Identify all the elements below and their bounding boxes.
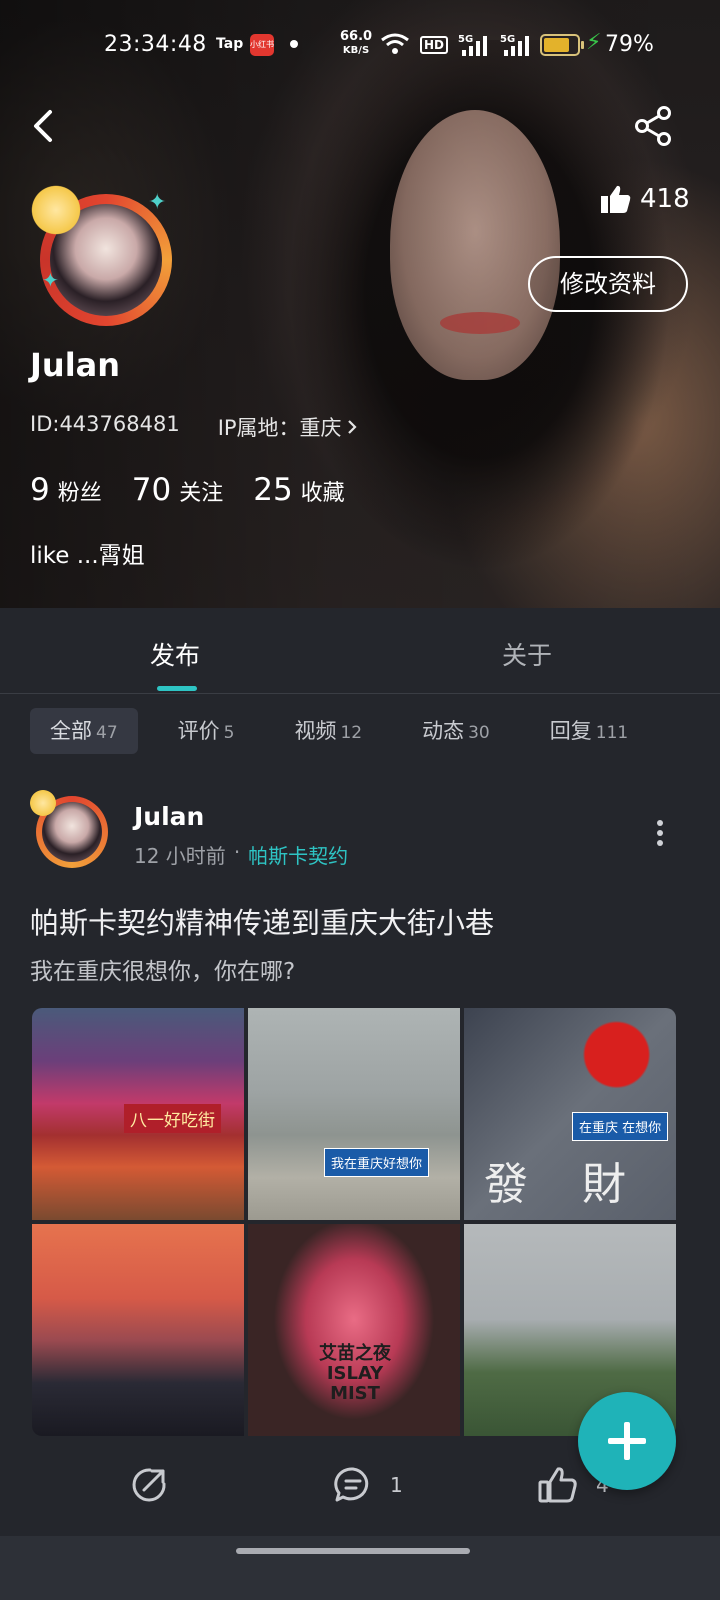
edit-profile-button[interactable]: 修改资料	[528, 256, 688, 312]
filter-count: 111	[595, 723, 629, 743]
filter-videos[interactable]: 视频 12	[274, 708, 382, 754]
chevron-right-icon	[347, 420, 357, 434]
stat-number: 25	[253, 472, 293, 508]
forward-icon	[132, 1468, 166, 1502]
image-1-store-sign: 八一好吃街	[124, 1104, 221, 1133]
avatar-frame-rabbit-decoration	[28, 182, 84, 238]
stat-number: 9	[30, 472, 50, 508]
network-speed: 66.0 KB/S	[340, 30, 372, 57]
thumbs-up-outline-icon	[538, 1467, 577, 1503]
meta-separator: ·	[233, 840, 241, 864]
avatar[interactable]: ✦ ✦	[28, 182, 180, 334]
post-image-5[interactable]: 艾苗之夜 ISLAY MIST	[248, 1224, 460, 1436]
network-speed-unit: KB/S	[342, 45, 370, 56]
signal-strength-icon: 5G	[458, 32, 492, 63]
signal2-label: 5G	[500, 34, 515, 45]
post-image-grid: 八一好吃街 我在重庆好想你 在重庆 在想你 發 財 艾苗之夜 ISLAY MIS…	[32, 1008, 676, 1436]
profile-stats: 9 粉丝 70 关注 25 收藏	[30, 472, 345, 508]
battery-percent: 79%	[605, 32, 654, 57]
filter-replies[interactable]: 回复 111	[530, 708, 648, 754]
thumbs-up-icon	[601, 185, 631, 213]
charging-icon: ⚡	[586, 30, 602, 55]
share-icon	[635, 106, 671, 146]
ip-location-text: IP属地：重庆	[217, 416, 342, 440]
stat-label: 收藏	[300, 481, 345, 506]
stat-label: 关注	[179, 481, 224, 506]
active-tab-indicator	[157, 686, 197, 691]
wifi-icon	[380, 32, 410, 61]
image-2-sign: 我在重庆好想你	[324, 1148, 430, 1177]
profile-id-line: ID:443768481 IP属地：重庆	[30, 412, 358, 442]
signal1-label: 5G	[458, 34, 473, 45]
signal-strength-2-icon: 5G	[500, 32, 534, 63]
comment-button[interactable]: 1	[334, 1466, 403, 1504]
more-vertical-icon	[650, 820, 670, 846]
network-speed-value: 66.0	[340, 29, 373, 44]
home-indicator[interactable]	[236, 1548, 470, 1554]
battery-level-fill	[544, 38, 569, 52]
post-image-3[interactable]: 在重庆 在想你 發 財	[464, 1008, 676, 1220]
hd-voice-icon: HD	[420, 36, 449, 54]
back-button[interactable]	[26, 104, 66, 148]
post-more-button[interactable]	[650, 820, 670, 850]
filter-count: 12	[340, 723, 363, 743]
filter-label: 视频	[294, 719, 337, 743]
post-image-2[interactable]: 我在重庆好想你	[248, 1008, 460, 1220]
filter-all[interactable]: 全部 47	[30, 708, 138, 754]
status-time: 23:34:48	[104, 32, 207, 57]
stat-number: 70	[131, 472, 172, 508]
image-5-glass-print: 艾苗之夜 ISLAY MIST	[319, 1343, 391, 1404]
filter-label: 全部	[50, 719, 92, 743]
post-topic-link[interactable]: 帕斯卡契约	[248, 840, 348, 869]
tab-about[interactable]: 关于	[502, 636, 552, 672]
ip-location[interactable]: IP属地：重庆	[218, 412, 358, 442]
filter-label: 回复	[549, 719, 592, 743]
sparkle-icon: ✦	[42, 268, 59, 292]
comment-count: 1	[390, 1473, 403, 1497]
tab-posts[interactable]: 发布	[150, 636, 200, 672]
status-bar: 23:34:48 Tap 小红书 66.0 KB/S HD 5G 5G ⚡ 79…	[0, 28, 720, 64]
post-author-avatar[interactable]	[28, 788, 112, 872]
profile-likes: 418	[600, 184, 690, 214]
sparkle-icon: ✦	[148, 190, 167, 215]
post-meta: 12 小时前 · 帕斯卡契约	[134, 840, 348, 869]
back-arrow-icon	[34, 110, 52, 142]
image-3-character: 財	[582, 1159, 626, 1210]
filter-count: 47	[96, 723, 118, 743]
profile-tabs: 发布 关于	[0, 608, 720, 694]
profile-bio: like ...霄姐	[30, 543, 145, 569]
filter-count: 30	[468, 723, 490, 743]
filter-moments[interactable]: 动态 30	[402, 708, 510, 754]
image-3-sign: 在重庆 在想你	[572, 1112, 669, 1141]
post-image-4[interactable]	[32, 1224, 244, 1436]
likes-count: 418	[640, 184, 690, 214]
stat-favorites[interactable]: 25 收藏	[253, 472, 344, 508]
filter-count: 5	[223, 723, 235, 743]
post-image-1[interactable]: 八一好吃街	[32, 1008, 244, 1220]
filter-reviews[interactable]: 评价 5	[158, 708, 255, 754]
stat-followers[interactable]: 9 粉丝	[30, 472, 102, 508]
tap-app-icon: Tap	[216, 36, 244, 52]
post-title[interactable]: 帕斯卡契约精神传递到重庆大街小巷	[30, 900, 494, 942]
post-time: 12 小时前	[134, 844, 226, 868]
stat-label: 粉丝	[57, 481, 102, 506]
notification-dot-icon	[290, 40, 298, 48]
stat-following[interactable]: 70 关注	[132, 472, 223, 508]
comment-icon	[334, 1467, 369, 1502]
post-body[interactable]: 我在重庆很想你，你在哪?	[30, 952, 295, 986]
filter-label: 评价	[177, 719, 220, 743]
user-id: ID:443768481	[30, 412, 180, 436]
image-3-character: 發	[484, 1159, 528, 1210]
avatar-frame-rabbit-decoration	[28, 788, 58, 818]
forward-button[interactable]	[130, 1466, 168, 1504]
xiaohongshu-app-icon: 小红书	[250, 34, 274, 56]
filter-label: 动态	[422, 719, 465, 743]
create-post-fab-button[interactable]	[578, 1392, 676, 1490]
bottom-navigation-area	[0, 1536, 720, 1600]
battery-icon	[540, 34, 584, 56]
profile-username: Julan	[30, 346, 121, 384]
post-filters: 全部 47 评价 5 视频 12 动态 30 回复 111	[30, 708, 668, 754]
share-button[interactable]	[632, 104, 676, 148]
post-author-name[interactable]: Julan	[134, 802, 204, 831]
